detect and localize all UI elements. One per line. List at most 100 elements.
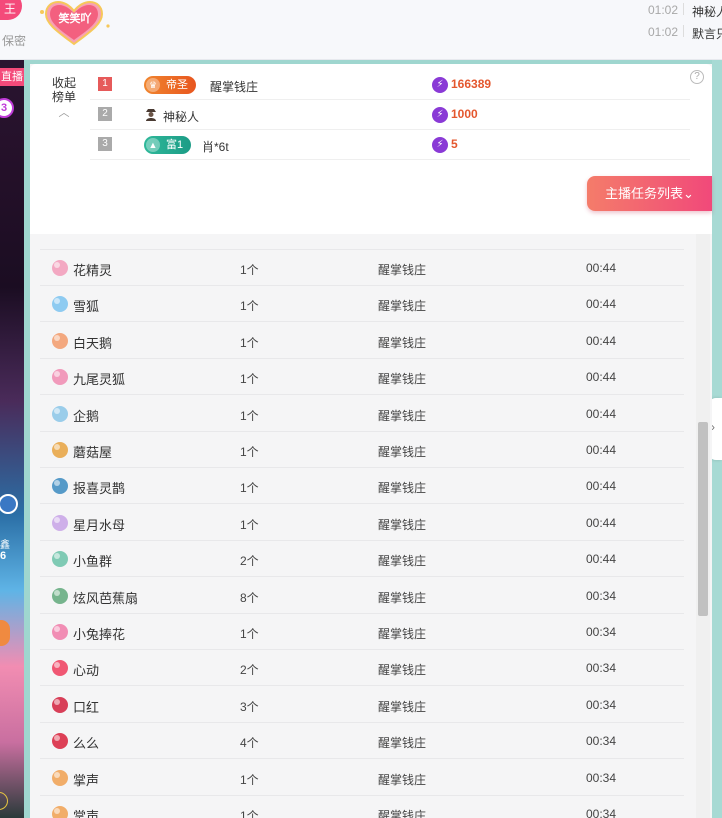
task-button-label: 主播任务列表 — [605, 186, 684, 201]
gift-quantity: 1个 — [240, 299, 259, 314]
gift-sender: 醒掌钱庄 — [378, 627, 427, 641]
lightning-icon: ⚡ — [432, 137, 448, 153]
scroll-thumb[interactable] — [698, 422, 708, 616]
collapse-rank-button[interactable]: 收起榜单 ︿ — [50, 76, 78, 120]
gift-name: 蘑菇屋 — [73, 445, 113, 460]
gift-row[interactable]: 小兔捧花 1个 醒掌钱庄 00:34 — [40, 614, 684, 650]
jellyfish-icon — [52, 514, 68, 531]
gift-time: 00:44 — [586, 261, 617, 275]
gift-sender: 醒掌钱庄 — [378, 335, 427, 350]
gift-quantity: 1个 — [240, 627, 259, 641]
gift-quantity: 1个 — [240, 517, 259, 532]
gift-name: 企鹅 — [73, 408, 100, 424]
gift-name: 雪狐 — [73, 299, 100, 315]
gift-time: 00:34 — [586, 697, 617, 712]
help-icon[interactable]: ? — [690, 70, 704, 84]
gift-quantity: 1个 — [240, 263, 259, 277]
mushroom-house-icon — [52, 442, 68, 458]
rank-row[interactable]: 3 ▲ 富1 肖*6t ⚡ 5 — [90, 130, 690, 160]
rank-name[interactable]: 肖*6t — [202, 138, 229, 155]
gift-sender: 醒掌钱庄 — [378, 263, 427, 277]
gift-row[interactable]: 企鹅 1个 醒掌钱庄 00:44 — [40, 395, 684, 432]
gift-row[interactable]: 掌声 1个 醒掌钱庄 00:34 — [40, 759, 684, 796]
gift-quantity: 1个 — [240, 445, 259, 459]
gift-time: 00:44 — [586, 552, 617, 567]
gift-row[interactable]: 雪狐 1个 醒掌钱庄 00:44 — [40, 286, 684, 323]
gift-sender: 醒掌钱庄 — [378, 408, 427, 423]
gift-name: 心动 — [73, 663, 100, 679]
banana-fan-icon — [52, 587, 68, 604]
gift-name: 掌声 — [73, 809, 100, 818]
gift-sender: 醒掌钱庄 — [378, 772, 427, 787]
gift-name: 报喜灵鹊 — [73, 481, 126, 497]
gift-row[interactable]: 报喜灵鹊 1个 醒掌钱庄 00:44 — [40, 468, 684, 505]
gift-time: 00:34 — [586, 588, 617, 603]
rank-name[interactable]: 醒掌钱庄 — [210, 78, 258, 95]
gift-row[interactable]: 九尾灵狐 1个 醒掌钱庄 00:44 — [40, 359, 684, 396]
divider — [683, 25, 684, 37]
gift-record-list[interactable]: 花精灵 1个 醒掌钱庄 00:44 雪狐 1个 醒掌钱庄 00:44 白天鹅 1个 醒掌钱庄 00:4… — [30, 234, 712, 818]
magpie-icon — [52, 478, 68, 495]
rank-row[interactable]: 1 ♛ 帝圣 醒掌钱庄 ⚡ 166389 — [90, 70, 690, 100]
gift-time: 00:44 — [586, 443, 617, 457]
snow-fox-icon — [52, 296, 68, 313]
gift-sender: 醒掌钱庄 — [378, 554, 427, 569]
lipstick-icon — [52, 696, 68, 713]
gift-time: 00:44 — [586, 333, 617, 348]
gift-row[interactable]: 星月水母 1个 醒掌钱庄 00:44 — [40, 504, 684, 541]
privacy-label: 保密 — [2, 34, 27, 48]
gift-quantity: 8个 — [240, 590, 259, 605]
gift-sender: 醒掌钱庄 — [378, 809, 427, 818]
gift-name: 白天鹅 — [73, 335, 113, 351]
scrollbar[interactable] — [696, 234, 710, 818]
gift-row[interactable]: 么么 4个 醒掌钱庄 00:34 — [40, 723, 684, 760]
gift-quantity: 4个 — [240, 736, 259, 751]
gift-row[interactable]: 小鱼群 2个 醒掌钱庄 00:44 — [40, 541, 684, 578]
lightning-icon: ⚡ — [432, 77, 448, 93]
gift-row-clipped[interactable] — [40, 234, 684, 250]
gift-time: 00:34 — [586, 807, 617, 818]
side-count: 6 — [0, 550, 7, 562]
gift-quantity: 1个 — [240, 772, 259, 787]
heart-icon — [52, 660, 68, 677]
top-pill-button[interactable]: 王 — [0, 0, 22, 20]
gift-row[interactable]: 白天鹅 1个 醒掌钱庄 00:44 — [40, 322, 684, 359]
gift-time: 00:34 — [586, 770, 617, 785]
score-value: 5 — [451, 137, 458, 151]
gift-row[interactable]: 花精灵 1个 醒掌钱庄 00:44 — [40, 250, 684, 286]
chat-time: 01:02 — [647, 25, 678, 39]
gift-name: 花精灵 — [73, 263, 113, 278]
gift-sender: 醒掌钱庄 — [378, 699, 427, 714]
gift-quantity: 1个 — [240, 372, 259, 387]
gift-row[interactable]: 掌声 1个 醒掌钱庄 00:34 — [40, 796, 684, 818]
gift-sender: 醒掌钱庄 — [378, 372, 427, 387]
badge-label: 富1 — [166, 139, 184, 151]
gift-sender: 醒掌钱庄 — [378, 481, 427, 496]
top-bar: 王 保密 笑笑吖 01:02 神秘人 01:02 默言只 — [0, 0, 722, 60]
nine-tail-fox-icon — [52, 369, 68, 386]
rank-row[interactable]: 2 神秘人 ⚡ 1000 — [90, 100, 690, 130]
chevron-up-icon: ︿ — [58, 107, 70, 119]
gift-sender: 醒掌钱庄 — [378, 663, 427, 678]
rank-number: 1 — [98, 77, 112, 91]
score-value: 166389 — [451, 77, 492, 91]
chat-user[interactable]: 默言只 — [692, 25, 722, 42]
gift-row[interactable]: 蘑菇屋 1个 醒掌钱庄 00:44 — [40, 432, 684, 468]
gift-row[interactable]: 心动 2个 醒掌钱庄 00:34 — [40, 650, 684, 687]
gift-time: 00:44 — [586, 370, 617, 385]
streamer-task-list-button[interactable]: 主播任务列表⌄ — [587, 176, 712, 211]
kiss-icon — [52, 733, 68, 750]
gift-sender: 醒掌钱庄 — [378, 736, 427, 751]
chevron-down-icon: ⌄ — [683, 186, 694, 201]
live-stream-preview[interactable] — [0, 60, 24, 818]
chat-user[interactable]: 神秘人 — [692, 3, 722, 20]
mystery-person-icon — [146, 109, 156, 121]
gift-quantity: 3个 — [240, 699, 259, 714]
gift-row[interactable]: 炫风芭蕉扇 8个 醒掌钱庄 00:34 — [40, 577, 684, 614]
gift-name: 小兔捧花 — [73, 627, 126, 642]
gift-row[interactable]: 口红 3个 醒掌钱庄 00:34 — [40, 686, 684, 723]
rank-name[interactable]: 神秘人 — [163, 108, 199, 125]
gift-name: 掌声 — [73, 772, 100, 788]
gift-name: 口红 — [73, 699, 100, 715]
chat-time: 01:02 — [647, 3, 678, 17]
